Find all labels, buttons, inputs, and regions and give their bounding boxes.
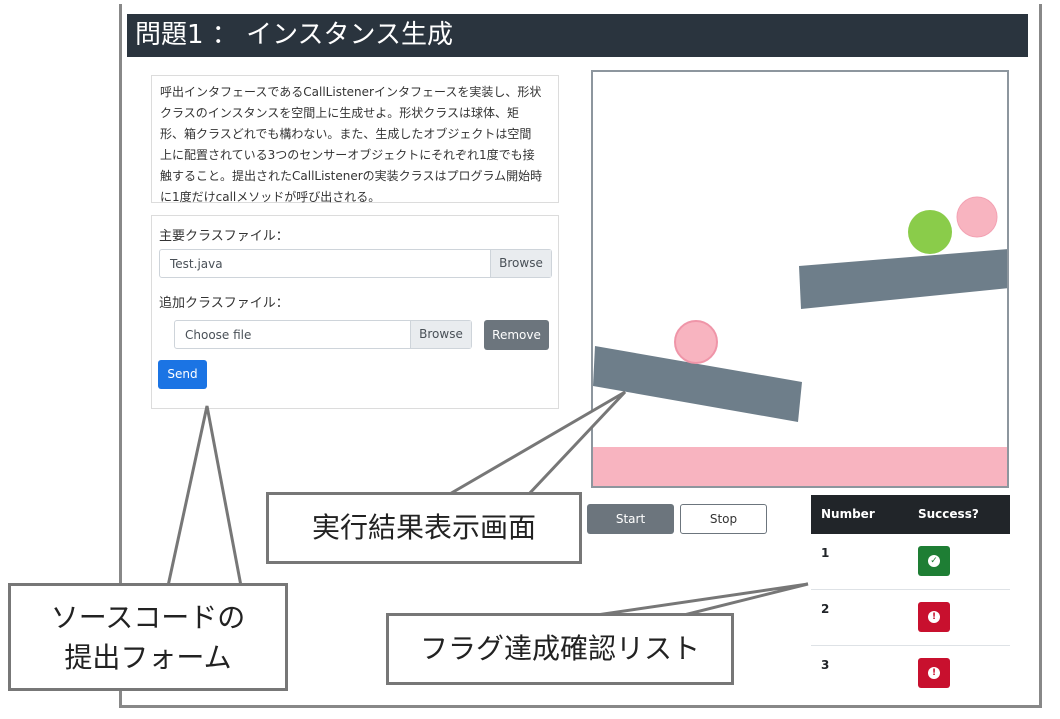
sim-screen-annotation: 実行結果表示画面 [266,492,582,564]
flag-list-annotation: フラグ達成確認リスト [386,613,734,685]
form-callout-pointer [166,405,243,588]
submit-form-annotation: ソースコードの 提出フォーム [8,583,288,691]
sim-callout-pointer [442,390,627,497]
list-callout-pointer [589,582,809,618]
annotation-line: 提出フォーム [64,641,232,674]
annotation-line: ソースコードの [50,601,246,634]
